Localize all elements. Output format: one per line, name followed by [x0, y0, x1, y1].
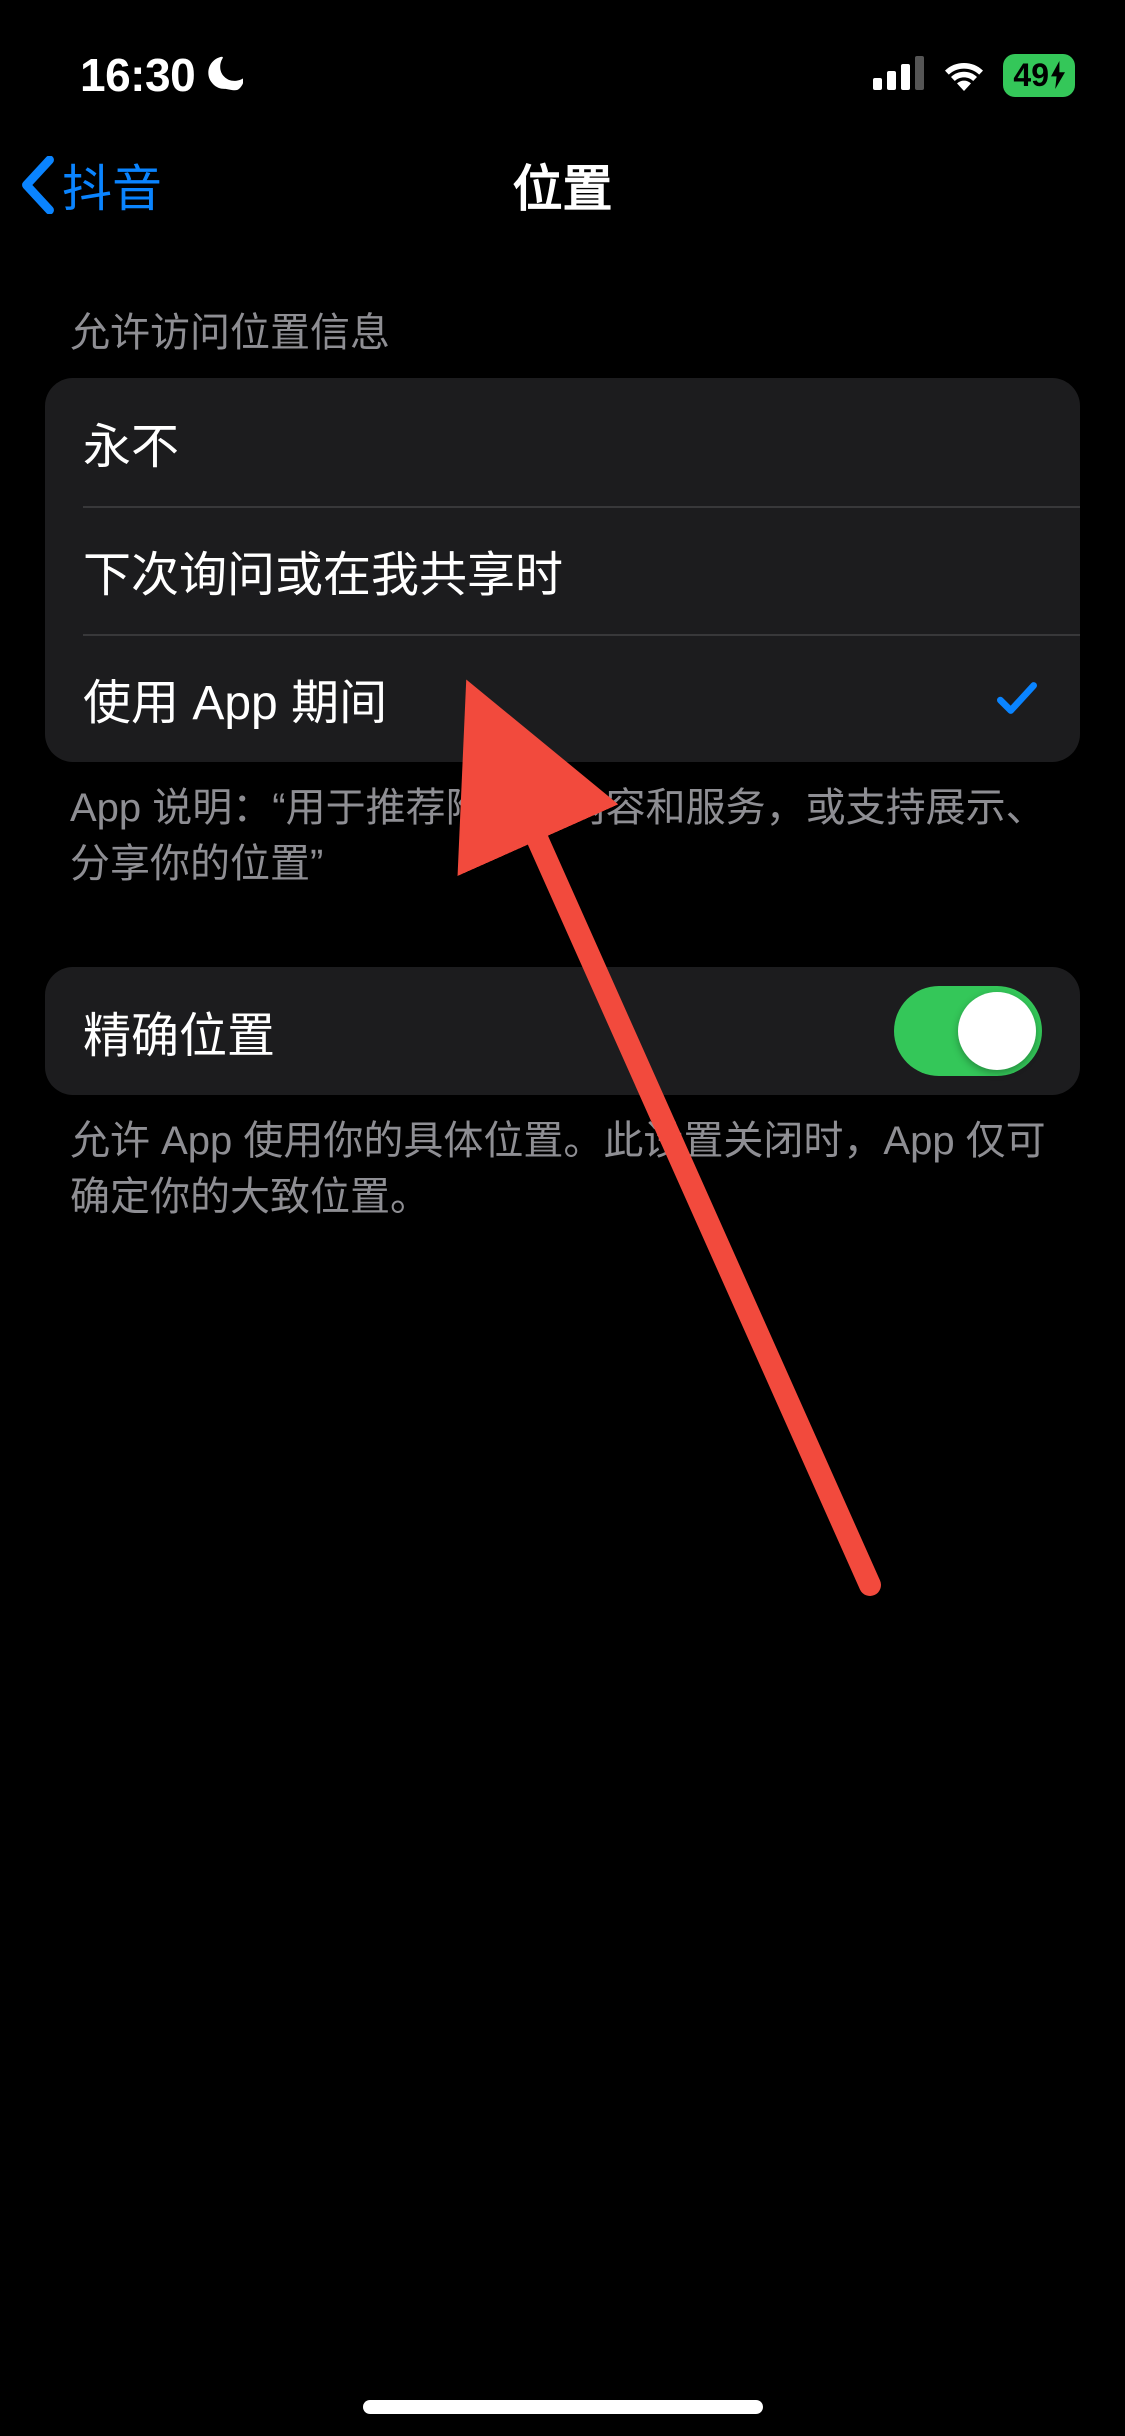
dnd-moon-icon — [205, 54, 243, 97]
status-time: 16:30 — [80, 48, 195, 102]
location-access-group: 永不 下次询问或在我共享时 使用 App 期间 — [45, 378, 1080, 762]
precise-location-group: 精确位置 — [45, 967, 1080, 1095]
option-label: 下次询问或在我共享时 — [83, 535, 563, 605]
section-footer-precise: 允许 App 使用你的具体位置。此设置关闭时，App 仅可确定你的大致位置。 — [45, 1095, 1080, 1235]
switch-knob — [958, 992, 1036, 1070]
back-button[interactable]: 抖音 — [20, 149, 162, 221]
precise-location-switch[interactable] — [894, 986, 1042, 1076]
navigation-bar: 抖音 位置 — [0, 120, 1125, 250]
back-label: 抖音 — [62, 149, 162, 221]
battery-indicator: 49 — [1003, 54, 1075, 97]
precise-location-cell[interactable]: 精确位置 — [45, 967, 1080, 1095]
status-right: 49 — [873, 54, 1075, 97]
wifi-icon — [939, 55, 989, 96]
page-title: 位置 — [0, 149, 1125, 221]
chevron-left-icon — [20, 156, 56, 214]
content: 允许访问位置信息 永不 下次询问或在我共享时 使用 App 期间 App 说明：… — [0, 250, 1125, 1235]
option-ask-next-time[interactable]: 下次询问或在我共享时 — [45, 506, 1080, 634]
option-while-using-app[interactable]: 使用 App 期间 — [45, 634, 1080, 762]
section-footer-app-description: App 说明：“用于推荐附近的内容和服务，或支持展示、分享你的位置” — [45, 762, 1080, 902]
section-header-location-access: 允许访问位置信息 — [45, 290, 1080, 378]
option-never[interactable]: 永不 — [45, 378, 1080, 506]
option-label: 永不 — [83, 407, 179, 477]
option-label: 使用 App 期间 — [83, 663, 387, 733]
checkmark-icon — [992, 673, 1042, 723]
status-left: 16:30 — [80, 48, 243, 102]
charging-bolt-icon — [1049, 61, 1067, 89]
precise-location-label: 精确位置 — [83, 996, 275, 1066]
battery-percent: 49 — [1013, 57, 1049, 94]
cellular-signal-icon — [873, 56, 925, 95]
home-indicator[interactable] — [363, 2400, 763, 2414]
status-bar: 16:30 49 — [0, 0, 1125, 120]
